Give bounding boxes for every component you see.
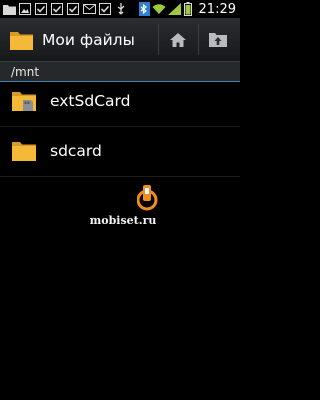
app-title: Мои файлы [42, 30, 135, 49]
usb-icon [114, 2, 128, 16]
list-item-sdcard[interactable]: sdcard [0, 126, 240, 177]
mail-notification-icon [82, 2, 96, 16]
wifi-icon [152, 2, 166, 16]
watermark-text: mobiset.ru [89, 214, 157, 227]
file-name: sdcard [50, 142, 102, 160]
file-name: extSdCard [50, 92, 131, 110]
home-button[interactable] [159, 18, 196, 61]
sdcard-folder-icon [12, 92, 36, 111]
signal-icon [168, 2, 182, 16]
bluetooth-icon [138, 2, 150, 16]
mobiset-logo [137, 185, 158, 211]
checkbox-notification-icon [66, 2, 80, 16]
system-status-area: 21:29 [138, 1, 236, 17]
clock: 21:29 [198, 1, 236, 17]
checkbox-notification-icon [50, 2, 64, 16]
folder-up-icon [208, 33, 227, 47]
watermark: mobiset.ru [0, 183, 240, 233]
action-bar: Мои файлы [0, 18, 240, 62]
notification-area[interactable] [2, 2, 130, 16]
battery-icon [184, 2, 193, 16]
folder-icon [12, 142, 36, 161]
home-icon [169, 32, 186, 47]
list-item-extsdcard[interactable]: extSdCard [0, 76, 240, 127]
status-bar: 21:29 [0, 0, 240, 18]
checkbox-notification-icon [98, 2, 112, 16]
folder-up-button[interactable] [199, 18, 236, 61]
checkbox-notification-icon [34, 2, 48, 16]
folder-notification-icon [2, 2, 16, 16]
app-folder-icon [10, 31, 33, 50]
image-notification-icon [18, 2, 32, 16]
